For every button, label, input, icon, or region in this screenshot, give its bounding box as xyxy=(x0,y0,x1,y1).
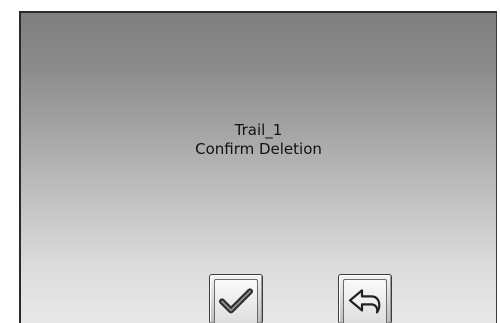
back-button[interactable] xyxy=(338,274,392,323)
back-arrow-icon xyxy=(348,289,381,314)
confirm-delete-screen: Trail_1 Confirm Deletion xyxy=(19,11,497,323)
confirmation-message: Trail_1 Confirm Deletion xyxy=(21,121,496,159)
device-frame: Trail_1 Confirm Deletion xyxy=(0,0,500,323)
item-name: Trail_1 xyxy=(234,121,283,139)
confirm-prompt: Confirm Deletion xyxy=(195,140,322,158)
confirm-button[interactable] xyxy=(209,274,263,323)
checkmark-icon xyxy=(219,288,253,314)
